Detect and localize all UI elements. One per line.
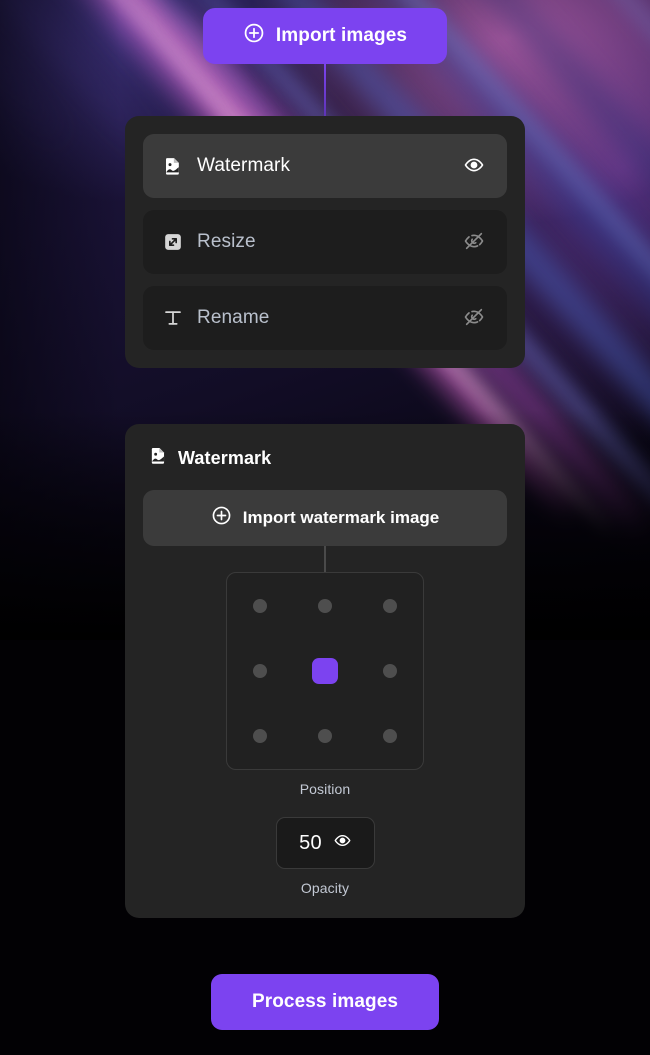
eye-icon[interactable] (334, 832, 351, 854)
position-dot (383, 598, 398, 613)
position-dot (252, 663, 267, 678)
eye-icon (464, 155, 484, 178)
connector-import-to-operations (324, 64, 326, 116)
text-t-icon (163, 308, 183, 328)
operation-row-resize[interactable]: Resize (143, 210, 507, 274)
position-dot (252, 598, 267, 613)
resize-arrow-icon (163, 232, 183, 252)
operation-label: Rename (197, 307, 270, 328)
operation-row-watermark[interactable]: Watermark (143, 134, 507, 198)
visibility-toggle-resize[interactable] (461, 229, 487, 255)
plus-circle-icon (243, 22, 265, 50)
position-dot (317, 598, 332, 613)
position-cell-top-left[interactable] (227, 573, 292, 638)
position-cell-bottom-left[interactable] (227, 704, 292, 769)
position-cell-center[interactable] (292, 638, 357, 703)
position-dot (317, 729, 332, 744)
import-watermark-label: Import watermark image (242, 508, 440, 527)
opacity-input[interactable]: 50 (275, 817, 375, 869)
position-cell-bottom-right[interactable] (358, 704, 423, 769)
import-watermark-image-button[interactable]: Import watermark image (143, 490, 507, 546)
spacer-position-to-opacity (143, 797, 507, 817)
opacity-value: 50 (299, 831, 322, 854)
watermark-settings-card: Watermark Import watermark image Positio… (125, 424, 525, 918)
position-cell-top-right[interactable] (358, 573, 423, 638)
visibility-toggle-rename[interactable] (461, 305, 487, 331)
opacity-caption: Opacity (300, 880, 350, 896)
position-caption: Position (299, 781, 351, 797)
position-cell-middle-left[interactable] (227, 638, 292, 703)
position-dot (383, 729, 398, 744)
import-images-button[interactable]: Import images (203, 8, 447, 64)
connector-import-to-position (324, 546, 326, 572)
position-dot (252, 729, 267, 744)
watermark-settings-title: Watermark (178, 447, 272, 468)
eye-off-icon (464, 307, 484, 330)
watermark-settings-header: Watermark (149, 446, 507, 470)
operations-card: Watermark Resize Rename (125, 116, 525, 368)
process-images-button[interactable]: Process images (211, 974, 439, 1030)
position-cell-bottom-center[interactable] (292, 704, 357, 769)
operation-row-rename[interactable]: Rename (143, 286, 507, 350)
position-dot-selected (311, 657, 338, 684)
visibility-toggle-watermark[interactable] (461, 153, 487, 179)
operation-label: Resize (197, 231, 256, 252)
watermark-position-grid[interactable] (226, 572, 424, 770)
image-file-icon (163, 156, 183, 176)
position-dot (383, 663, 398, 678)
image-file-icon (149, 446, 168, 470)
position-cell-middle-right[interactable] (358, 638, 423, 703)
position-cell-top-center[interactable] (292, 573, 357, 638)
main-stack: Import images Watermark Resize Rename Wa… (0, 0, 650, 1030)
import-images-label: Import images (275, 25, 408, 46)
plus-circle-icon (211, 505, 232, 531)
operation-label: Watermark (197, 155, 291, 176)
eye-off-icon (464, 231, 484, 254)
app-root: Import images Watermark Resize Rename Wa… (0, 0, 650, 1055)
